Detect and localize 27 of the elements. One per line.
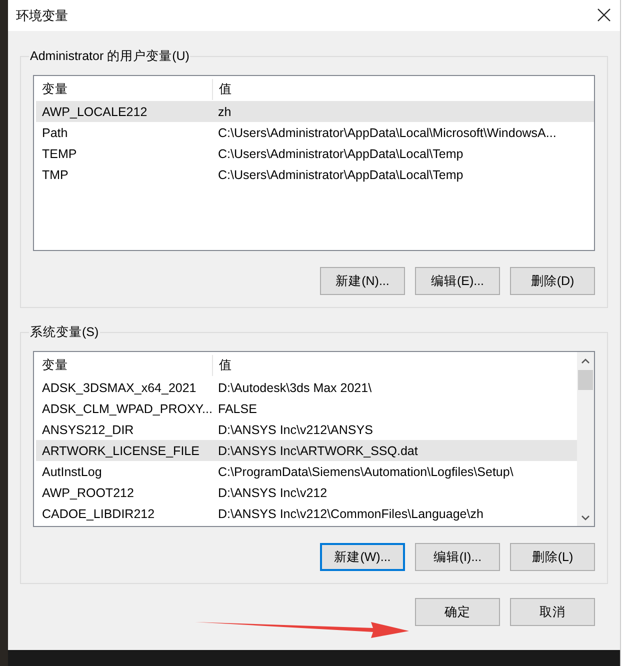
- dialog-button[interactable]: 确定: [415, 598, 500, 626]
- list-row[interactable]: TMP C:\Users\Administrator\AppData\Local\Temp: [36, 164, 594, 185]
- group-label: Administrator 的用户变量(U): [29, 48, 190, 64]
- window-title: 环境变量: [16, 6, 68, 24]
- dialog-button[interactable]: 删除(L): [510, 543, 595, 571]
- column-header[interactable]: 值: [213, 355, 232, 376]
- group-label: 系统变量(S): [29, 324, 100, 340]
- list-row[interactable]: TEMP C:\Users\Administrator\AppData\Local\Temp: [36, 143, 594, 164]
- list-view[interactable]: 变量 值 AWP_LOCALE212 zh Path C:\Users\Administrator\AppData\Local\Microsoft\WindowsA... TEMP C:\Users\Administrator\AppData\Local\Temp TMP C:\Users\Administrator\AppData\Local\Temp: [33, 75, 595, 251]
- dialog-button[interactable]: 编辑(I)...: [415, 543, 500, 571]
- list-row[interactable]: Path C:\Users\Administrator\AppData\Local\Microsoft\WindowsA...: [36, 122, 594, 143]
- dialog-button[interactable]: 新建(N)...: [320, 267, 405, 295]
- list-row[interactable]: AWP_LOCALE212 zh: [36, 101, 594, 122]
- column-header[interactable]: 值: [213, 79, 232, 100]
- list-row[interactable]: AWP_ROOT212 D:\ANSYS Inc\v212: [36, 482, 577, 503]
- list-row[interactable]: CADOE_LIBDIR212 D:\ANSYS Inc\v212\CommonFiles\Language\zh: [36, 503, 577, 524]
- list-row[interactable]: ADSK_CLM_WPAD_PROXY... FALSE: [36, 398, 577, 419]
- dialog-button[interactable]: 新建(W)...: [320, 543, 405, 571]
- dialog-button[interactable]: 编辑(E)...: [415, 267, 500, 295]
- list-row[interactable]: ARTWORK_LICENSE_FILE D:\ANSYS Inc\ARTWORK_SSQ.dat: [36, 440, 577, 461]
- list-row[interactable]: AutInstLog C:\ProgramData\Siemens\Automation\Logfiles\Setup\: [36, 461, 577, 482]
- dialog-button[interactable]: 删除(D): [510, 267, 595, 295]
- list-row[interactable]: ANSYS212_DIR D:\ANSYS Inc\v212\ANSYS: [36, 419, 577, 440]
- column-header[interactable]: 变量: [36, 79, 213, 100]
- dialog-button[interactable]: 取消: [510, 598, 595, 626]
- list-row[interactable]: ADSK_3DSMAX_x64_2021 D:\Autodesk\3ds Max 2021\: [36, 377, 577, 398]
- column-header[interactable]: 变量: [36, 355, 213, 376]
